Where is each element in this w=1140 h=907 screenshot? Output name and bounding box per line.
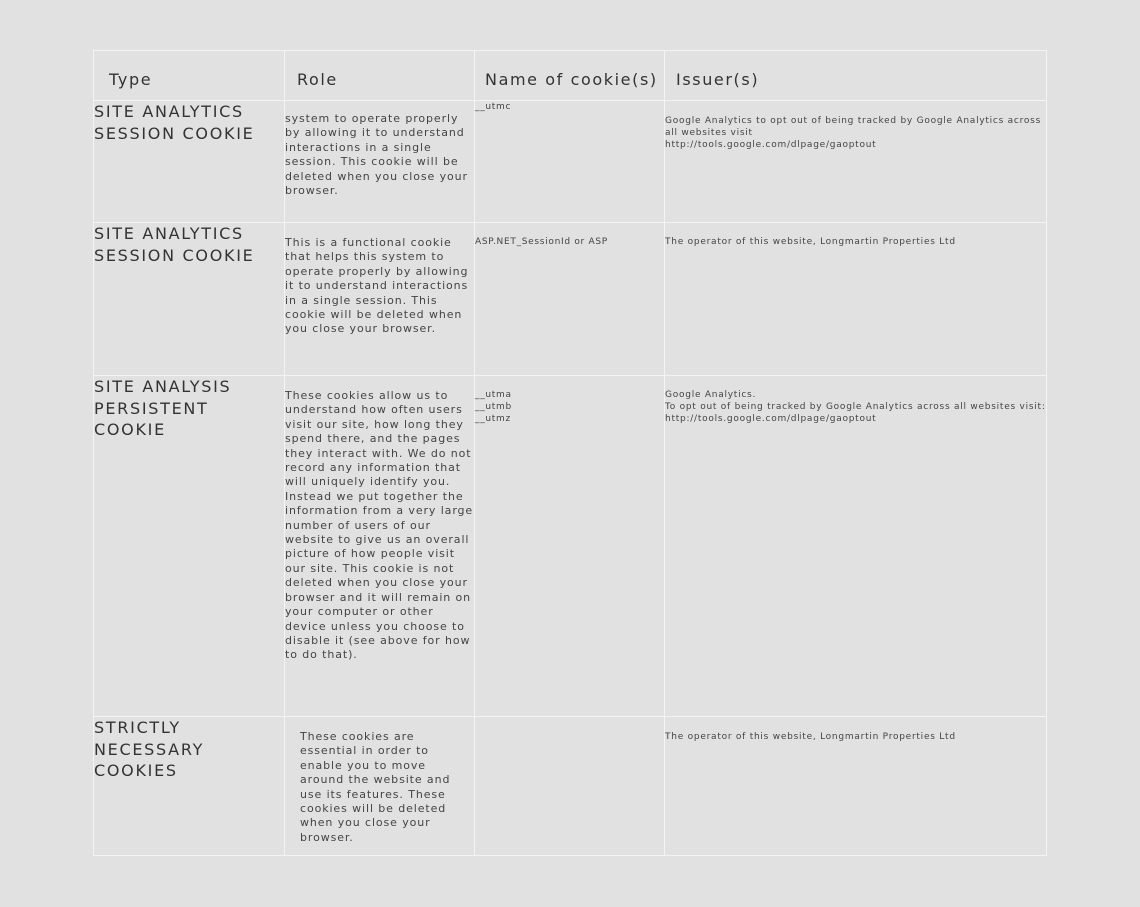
page: Type Role Name of cookie(s) Issuer(s) SI… [0,0,1140,907]
table-row: STRICTLY NECESSARY COOKIES These cookies… [93,716,1047,856]
header-type: Type [93,50,285,101]
cookie-issuer: The operator of this website, Longmartin… [664,222,1047,376]
cookie-type: SITE ANALYSIS PERSISTENT COOKIE [93,375,285,717]
cookie-name: __utma __utmb __utmz [474,375,665,717]
cookie-name: __utmc [474,100,665,223]
cookie-role: These cookies are essential in order to … [284,716,475,856]
table-row: SITE ANALYSIS PERSISTENT COOKIE These co… [93,375,1047,717]
cookie-type: STRICTLY NECESSARY COOKIES [93,716,285,856]
table-header-row: Type Role Name of cookie(s) Issuer(s) [93,50,1047,101]
cookie-role: system to operate properly by allowing i… [284,100,475,223]
table-row: SITE ANALYTICS SESSION COOKIE This is a … [93,222,1047,376]
cookie-issuer: Google Analytics to opt out of being tra… [664,100,1047,223]
cookie-name [474,716,665,856]
cookie-type: SITE ANALYTICS SESSION COOKIE [93,222,285,376]
header-role: Role [284,50,475,101]
cookie-issuer: Google Analytics. To opt out of being tr… [664,375,1047,717]
cookie-type: SITE ANALYTICS SESSION COOKIE [93,100,285,223]
header-cookie-name: Name of cookie(s) [474,50,665,101]
cookie-role: These cookies allow us to understand how… [284,375,475,717]
header-issuer: Issuer(s) [664,50,1047,101]
cookie-issuer: The operator of this website, Longmartin… [664,716,1047,856]
cookie-role: This is a functional cookie that helps t… [284,222,475,376]
table-row: SITE ANALYTICS SESSION COOKIE system to … [93,100,1047,223]
cookie-table: Type Role Name of cookie(s) Issuer(s) SI… [93,50,1047,856]
cookie-name: ASP.NET_SessionId or ASP [474,222,665,376]
